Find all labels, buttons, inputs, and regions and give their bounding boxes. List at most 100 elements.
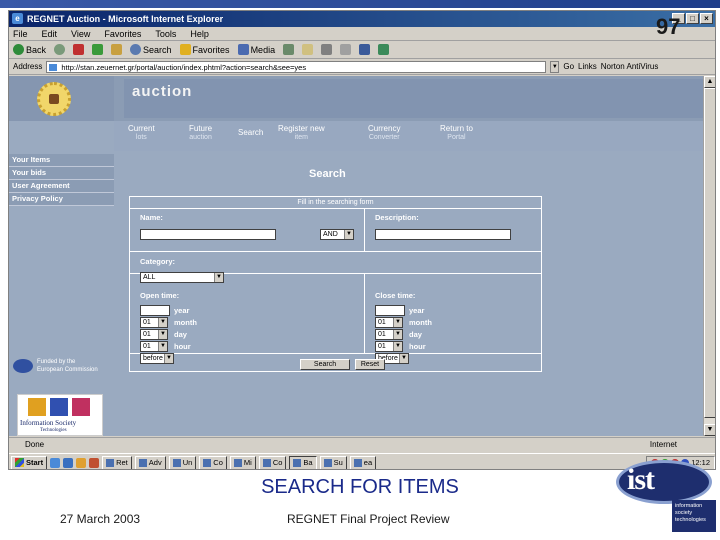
nav-currency-converter[interactable]: Currency Converter bbox=[368, 124, 400, 142]
windows-logo-icon bbox=[15, 458, 24, 467]
task-button[interactable]: Co bbox=[199, 455, 227, 469]
auction-title: auction bbox=[132, 83, 193, 100]
task-button[interactable]: Adv bbox=[134, 455, 166, 469]
open-year-input[interactable] bbox=[140, 305, 170, 316]
search-button[interactable]: Search bbox=[130, 41, 172, 59]
operator-select[interactable]: AND ▼ bbox=[320, 229, 354, 240]
task-icon bbox=[233, 458, 242, 467]
start-label: Start bbox=[26, 457, 44, 467]
task-button[interactable]: Su bbox=[319, 455, 347, 469]
scroll-thumb[interactable] bbox=[704, 88, 715, 418]
nav-return-sub: Portal bbox=[447, 134, 466, 141]
nav-register-item[interactable]: Register new item bbox=[278, 124, 325, 142]
task-label: Mi bbox=[243, 457, 252, 467]
stop-button[interactable] bbox=[73, 44, 85, 55]
mail-button[interactable] bbox=[302, 44, 314, 55]
close-day-select[interactable]: 01 ▼ bbox=[375, 329, 403, 340]
category-label: Category: bbox=[140, 257, 176, 266]
history-button[interactable] bbox=[283, 44, 295, 55]
open-time-label: Open time: bbox=[140, 291, 180, 300]
forward-button[interactable] bbox=[54, 44, 66, 55]
task-label: Su bbox=[333, 457, 343, 467]
quicklaunch-desktop-icon[interactable] bbox=[63, 457, 74, 468]
nav-return-portal[interactable]: Return to Portal bbox=[440, 124, 473, 142]
edit-button[interactable] bbox=[340, 44, 352, 55]
sidebar-item-your-items[interactable]: Your Items bbox=[9, 154, 114, 167]
nav-search[interactable]: Search bbox=[238, 128, 263, 137]
task-label: Ret bbox=[116, 457, 128, 467]
task-button-active[interactable]: Ba bbox=[289, 455, 317, 469]
menu-file[interactable]: File bbox=[13, 27, 28, 40]
go-button[interactable]: Go bbox=[563, 59, 574, 75]
search-submit-button[interactable]: Search bbox=[300, 359, 350, 370]
open-month-select[interactable]: 01 ▼ bbox=[140, 317, 168, 328]
messenger-button[interactable] bbox=[378, 44, 390, 55]
maximize-icon[interactable]: □ bbox=[686, 13, 699, 24]
sidebar-item-privacy-policy[interactable]: Privacy Policy bbox=[9, 193, 114, 206]
form-caption: Fill in the searching form bbox=[130, 197, 541, 209]
ist-tagline-3: technologies bbox=[675, 517, 706, 523]
ist-logo[interactable]: Information Society Technologies bbox=[17, 394, 103, 436]
open-day-label: day bbox=[174, 330, 187, 339]
print-button[interactable] bbox=[321, 44, 333, 55]
media-button[interactable]: Media bbox=[237, 41, 276, 59]
form-divider-1 bbox=[130, 251, 541, 252]
task-button[interactable]: Mi bbox=[229, 455, 256, 469]
address-dropdown-icon[interactable]: ▼ bbox=[550, 60, 560, 73]
media-label: Media bbox=[250, 44, 276, 55]
vertical-scrollbar[interactable]: ▲ ▼ bbox=[703, 76, 715, 436]
task-button[interactable]: ea bbox=[349, 455, 377, 469]
open-day-value: 01 bbox=[143, 331, 151, 338]
description-input[interactable] bbox=[375, 229, 511, 240]
nav-future-auction[interactable]: Future auction bbox=[189, 124, 212, 142]
discuss-button[interactable] bbox=[359, 44, 371, 55]
quicklaunch-media-icon[interactable] bbox=[89, 457, 100, 468]
search-icon bbox=[130, 44, 142, 55]
task-button[interactable]: Ret bbox=[102, 455, 132, 469]
start-button[interactable]: Start bbox=[11, 455, 48, 469]
scroll-down-icon[interactable]: ▼ bbox=[704, 424, 715, 436]
links-label[interactable]: Links bbox=[578, 59, 597, 75]
sidebar-item-user-agreement[interactable]: User Agreement bbox=[9, 180, 114, 193]
close-icon[interactable]: × bbox=[700, 13, 713, 24]
ist-corner-logo: ist information society technologies bbox=[612, 458, 716, 532]
menu-favorites[interactable]: Favorites bbox=[104, 27, 141, 40]
open-hour-select[interactable]: 01 ▼ bbox=[140, 341, 168, 352]
search-label: Search bbox=[143, 44, 172, 55]
scroll-up-icon[interactable]: ▲ bbox=[704, 76, 715, 88]
auction-banner: auction bbox=[124, 79, 705, 118]
nav-current-label: Current bbox=[128, 124, 155, 133]
menu-tools[interactable]: Tools bbox=[155, 27, 176, 40]
regnet-seal-icon[interactable] bbox=[37, 82, 71, 116]
form-divider-vertical-2 bbox=[364, 273, 365, 353]
slide-top-bar bbox=[0, 0, 720, 8]
sidebar-item-your-bids[interactable]: Your bids bbox=[9, 167, 114, 180]
menu-view[interactable]: View bbox=[71, 27, 90, 40]
reset-button[interactable]: Reset bbox=[355, 359, 385, 370]
open-hour-label: hour bbox=[174, 342, 191, 351]
favorites-button[interactable]: Favorites bbox=[179, 41, 230, 59]
close-hour-select[interactable]: 01 ▼ bbox=[375, 341, 403, 352]
nav-return-label: Return to bbox=[440, 124, 473, 133]
menu-edit[interactable]: Edit bbox=[42, 27, 58, 40]
task-button[interactable]: Co bbox=[258, 455, 287, 469]
norton-link[interactable]: Norton AntiVirus bbox=[601, 59, 659, 75]
nav-current-lots[interactable]: Current lots bbox=[128, 124, 155, 142]
open-when-select[interactable]: before ▼ bbox=[140, 353, 174, 364]
name-input[interactable] bbox=[140, 229, 276, 240]
task-button[interactable]: Un bbox=[168, 455, 197, 469]
home-icon bbox=[111, 44, 123, 55]
open-day-select[interactable]: 01 ▼ bbox=[140, 329, 168, 340]
address-input[interactable]: http://stan.zeuernet.gr/portal/auction/i… bbox=[46, 60, 547, 73]
quicklaunch-outlook-icon[interactable] bbox=[76, 457, 87, 468]
ist-tagline-1: information bbox=[675, 503, 703, 509]
back-button[interactable]: Back bbox=[13, 41, 46, 59]
category-select[interactable]: ALL ▼ bbox=[140, 272, 224, 283]
close-month-select[interactable]: 01 ▼ bbox=[375, 317, 403, 328]
refresh-button[interactable] bbox=[92, 44, 104, 55]
close-year-input[interactable] bbox=[375, 305, 405, 316]
open-month-label: month bbox=[174, 318, 197, 327]
home-button[interactable] bbox=[111, 44, 123, 55]
quicklaunch-ie-icon[interactable] bbox=[50, 457, 61, 468]
menu-help[interactable]: Help bbox=[190, 27, 209, 40]
